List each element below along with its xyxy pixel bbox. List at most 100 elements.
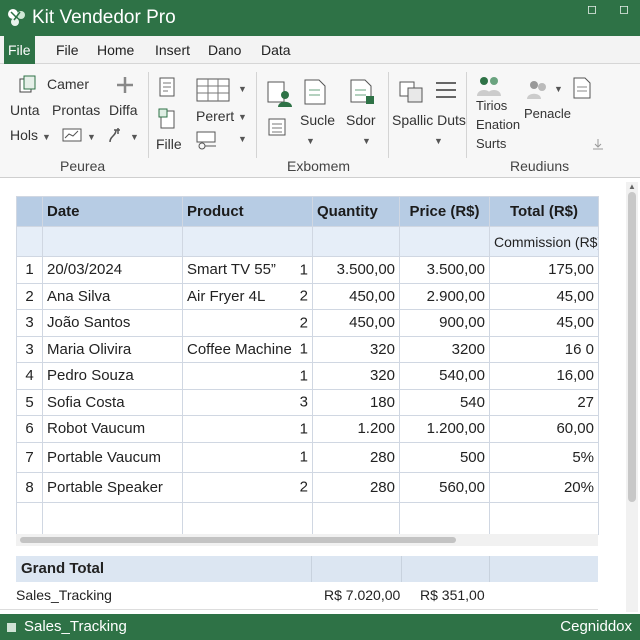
fille-button[interactable]: Fille: [156, 136, 182, 152]
brush-icon[interactable]: [106, 126, 124, 144]
quantity-count[interactable]: 2: [300, 314, 308, 331]
sdor-button[interactable]: Sdor: [346, 112, 376, 128]
total-cell[interactable]: 3200: [399, 335, 490, 363]
commission-cell[interactable]: 45,00: [489, 282, 599, 310]
vertical-scroll-thumb[interactable]: [628, 192, 636, 502]
date-cell[interactable]: Maria Olivira: [42, 335, 183, 363]
doc-icon[interactable]: [348, 78, 376, 106]
product-cell[interactable]: 1: [182, 415, 313, 443]
chevron-down-icon[interactable]: ▼: [42, 132, 51, 142]
sign-icon[interactable]: [572, 76, 592, 100]
commission-cell[interactable]: 27: [489, 388, 599, 416]
sucle-button[interactable]: Sucle: [300, 112, 335, 128]
row-number[interactable]: 3: [16, 309, 43, 337]
summary-commission-value[interactable]: R$ 351,00: [420, 587, 485, 603]
price-cell[interactable]: 1.200: [312, 415, 400, 443]
row-number-header[interactable]: [16, 196, 43, 227]
dialog-launcher-icon[interactable]: [590, 136, 606, 152]
row-number[interactable]: 8: [16, 471, 43, 503]
diffa-button[interactable]: Diffa: [109, 102, 138, 118]
date-cell[interactable]: Robot Vaucum: [42, 415, 183, 443]
horizontal-scrollbar[interactable]: [16, 534, 598, 546]
date-cell[interactable]: Portable Vaucum: [42, 441, 183, 473]
price-cell[interactable]: 3.500,00: [312, 256, 400, 284]
commission-cell[interactable]: 45,00: [489, 309, 599, 337]
sheet-tab-sales-tracking[interactable]: Sales_Tracking: [24, 618, 127, 635]
summary-total-value[interactable]: R$ 7.020,00: [324, 587, 400, 603]
row-number[interactable]: 7: [16, 441, 43, 473]
table-cell[interactable]: [489, 501, 599, 535]
page-icon[interactable]: [158, 108, 178, 132]
perert-button[interactable]: Perert: [196, 108, 234, 124]
minimize-button[interactable]: ◻: [578, 0, 606, 18]
menu-home[interactable]: Home: [93, 36, 138, 64]
horizontal-scroll-thumb[interactable]: [20, 537, 456, 543]
quantity-count[interactable]: 1: [300, 449, 308, 466]
total-cell[interactable]: 540: [399, 388, 490, 416]
team-icon[interactable]: [526, 78, 550, 100]
product-cell[interactable]: 3: [182, 388, 313, 416]
menu-dano[interactable]: Dano: [204, 36, 245, 64]
menu-file-active[interactable]: File: [4, 36, 35, 64]
price-cell[interactable]: 450,00: [312, 309, 400, 337]
quantity-count[interactable]: 1: [300, 367, 308, 384]
total-cell[interactable]: 560,00: [399, 471, 490, 503]
people-icon[interactable]: [476, 74, 502, 98]
table-cell[interactable]: [182, 226, 313, 257]
table-icon[interactable]: [196, 78, 230, 102]
total-cell[interactable]: 1.200,00: [399, 415, 490, 443]
date-cell[interactable]: Ana Silva: [42, 282, 183, 310]
product-cell[interactable]: 1: [182, 362, 313, 390]
total-cell[interactable]: 500: [399, 441, 490, 473]
hols-button[interactable]: Hols: [10, 127, 38, 143]
commission-cell[interactable]: 20%: [489, 471, 599, 503]
table-cell[interactable]: [16, 501, 43, 535]
date-cell[interactable]: Sofia Costa: [42, 388, 183, 416]
commission-subheader[interactable]: Commission (R$): [489, 226, 599, 257]
total-cell[interactable]: 3.500,00: [399, 256, 490, 284]
total-cell[interactable]: 2.900,00: [399, 282, 490, 310]
tirios-button[interactable]: Tirios: [476, 98, 507, 113]
product-cell[interactable]: 2: [182, 309, 313, 337]
menu-insert[interactable]: Insert: [151, 36, 194, 64]
table-cell[interactable]: [182, 501, 313, 535]
date-cell[interactable]: Portable Speaker: [42, 471, 183, 503]
list-icon[interactable]: [434, 80, 458, 100]
table-cell[interactable]: [399, 501, 490, 535]
list-icon[interactable]: [268, 118, 288, 138]
column-header-quantity[interactable]: Quantity: [312, 196, 400, 227]
row-number[interactable]: 6: [16, 415, 43, 443]
vertical-scrollbar[interactable]: ▲: [626, 182, 638, 612]
menu-data[interactable]: Data: [257, 36, 295, 64]
price-cell[interactable]: 450,00: [312, 282, 400, 310]
price-cell[interactable]: 320: [312, 335, 400, 363]
quantity-count[interactable]: 1: [300, 261, 308, 278]
surts-button[interactable]: Surts: [476, 136, 506, 151]
product-cell[interactable]: Smart TV 55” 1: [182, 256, 313, 284]
chevron-down-icon[interactable]: ▼: [238, 112, 247, 122]
total-cell[interactable]: 900,00: [399, 309, 490, 337]
price-cell[interactable]: 280: [312, 441, 400, 473]
table-cell[interactable]: [312, 226, 400, 257]
image-icon[interactable]: [398, 78, 424, 104]
document-icon[interactable]: [158, 76, 178, 100]
quantity-count[interactable]: 1: [300, 420, 308, 437]
price-cell[interactable]: 320: [312, 362, 400, 390]
quantity-count[interactable]: 3: [300, 394, 308, 411]
table-cell[interactable]: [16, 226, 43, 257]
scroll-up-icon[interactable]: ▲: [626, 182, 638, 192]
row-number[interactable]: 1: [16, 256, 43, 284]
date-cell[interactable]: 20/03/2024: [42, 256, 183, 284]
quantity-count[interactable]: 2: [300, 288, 308, 305]
unta-button[interactable]: Unta: [10, 102, 40, 118]
plus-icon[interactable]: [116, 76, 134, 94]
enation-button[interactable]: Enation: [476, 117, 520, 132]
chevron-down-icon[interactable]: ▼: [87, 132, 96, 142]
paste-icon[interactable]: [196, 130, 220, 150]
price-cell[interactable]: 280: [312, 471, 400, 503]
column-header-date[interactable]: Date: [42, 196, 183, 227]
chevron-down-icon[interactable]: ▼: [306, 136, 315, 146]
penacle-button[interactable]: Penacle: [524, 106, 571, 121]
close-button[interactable]: ◻: [610, 0, 638, 18]
chevron-down-icon[interactable]: ▼: [238, 84, 247, 94]
